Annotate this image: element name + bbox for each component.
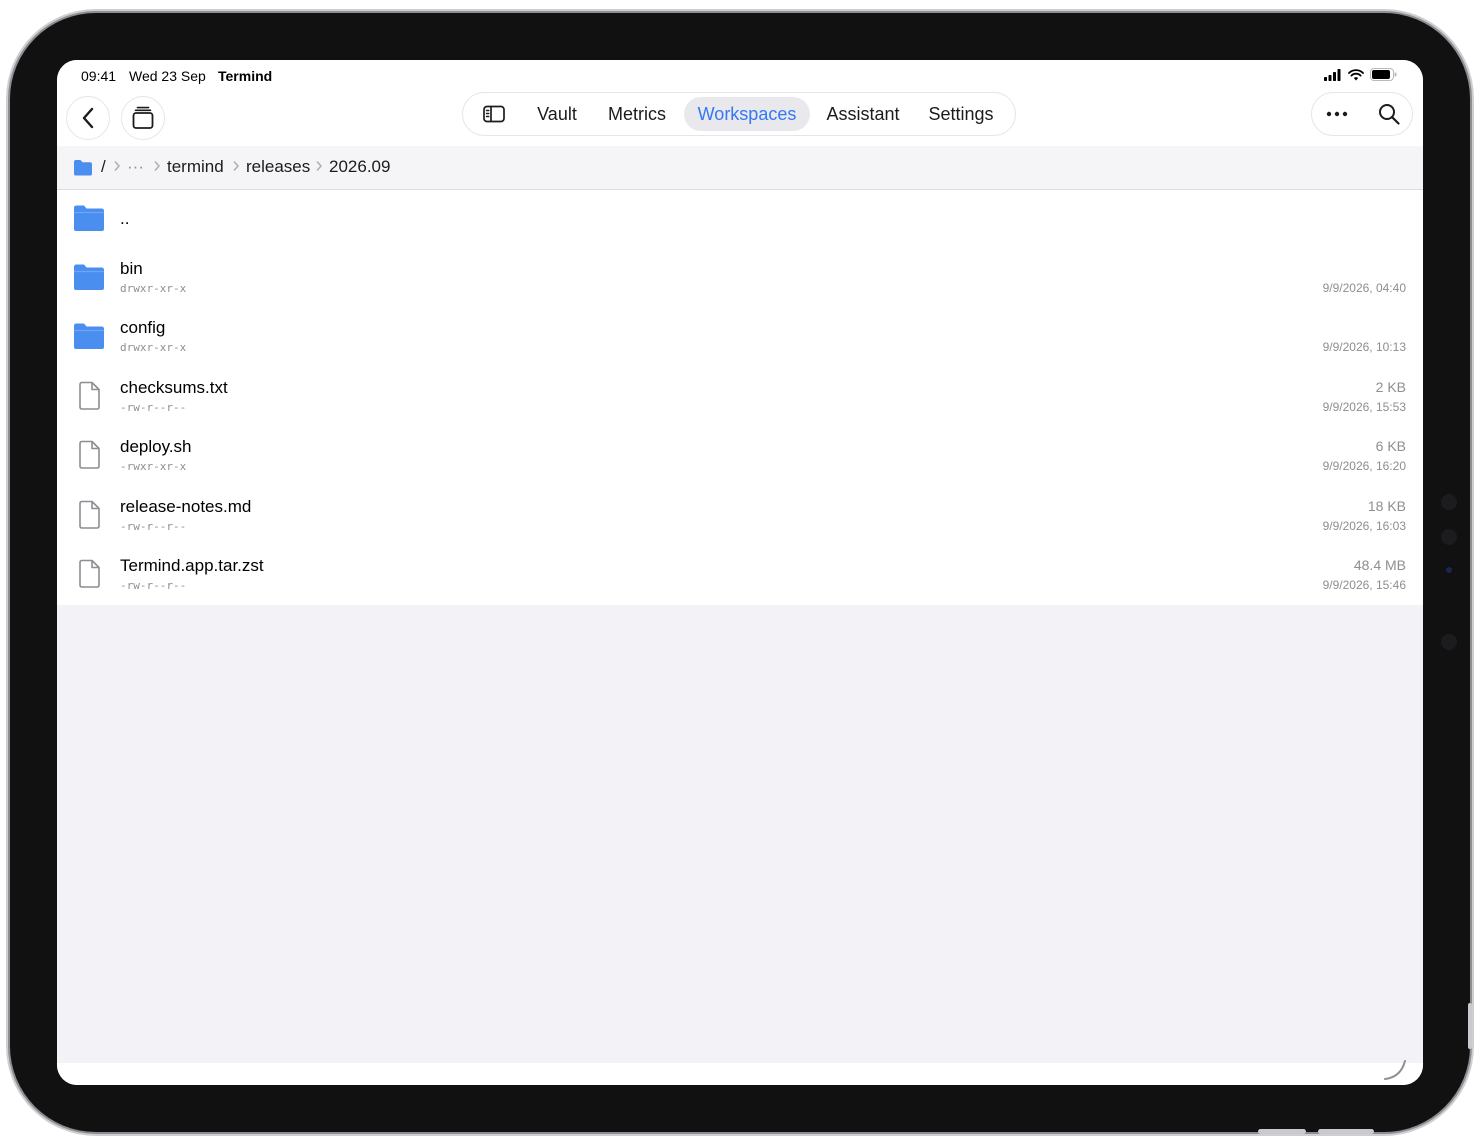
sidebar-toggle-icon xyxy=(483,105,505,123)
bottom-bar xyxy=(57,1060,1423,1085)
file-name: bin xyxy=(120,259,143,278)
search-button[interactable] xyxy=(1368,97,1410,131)
file-modified: 9/9/2026, 15:46 xyxy=(1322,578,1406,592)
file-size: 6 KB xyxy=(1375,438,1406,454)
list-item[interactable]: release-notes.md -rw-r--r-- 18 KB 9/9/20… xyxy=(57,487,1423,546)
folder-icon xyxy=(74,323,104,349)
file-modified: 9/9/2026, 10:13 xyxy=(1322,340,1406,354)
list-item[interactable]: bin drwxr-xr-x 9/9/2026, 04:40 xyxy=(57,249,1423,308)
resize-handle-icon[interactable] xyxy=(1383,1057,1407,1081)
windows-button[interactable] xyxy=(121,96,165,140)
file-name: release-notes.md xyxy=(120,497,252,516)
file-size: 2 KB xyxy=(1375,379,1406,395)
more-button[interactable] xyxy=(1316,97,1358,131)
file-permissions: drwxr-xr-x xyxy=(120,282,187,295)
list-item[interactable]: deploy.sh -rwxr-xr-x 6 KB 9/9/2026, 16:2… xyxy=(57,427,1423,486)
tab-workspaces[interactable]: Workspaces xyxy=(684,97,810,131)
battery-icon xyxy=(1370,68,1397,81)
hardware-side-button xyxy=(1468,1003,1472,1049)
back-button[interactable] xyxy=(66,96,110,140)
breadcrumb-root[interactable]: / xyxy=(101,157,106,177)
document-icon xyxy=(79,559,100,588)
tab-settings[interactable]: Settings xyxy=(918,97,1004,131)
file-name: config xyxy=(120,318,166,337)
list-item[interactable]: .. xyxy=(57,190,1423,249)
breadcrumb-overflow[interactable]: ··· xyxy=(127,157,144,177)
document-icon xyxy=(79,440,100,469)
folder-icon[interactable] xyxy=(73,159,93,176)
file-modified: 9/9/2026, 16:20 xyxy=(1322,459,1406,473)
chevron-right-icon xyxy=(233,161,240,171)
breadcrumb: / ··· termind releases 2026.09 xyxy=(57,146,1423,190)
file-size: 48.4 MB xyxy=(1353,557,1406,573)
file-name: checksums.txt xyxy=(120,378,228,397)
cellular-signal-icon xyxy=(1324,68,1341,81)
chevron-left-icon xyxy=(82,107,94,129)
file-name: .. xyxy=(120,209,130,228)
file-name: Termind.app.tar.zst xyxy=(120,556,264,575)
status-bar: 09:41 Wed 23 Sep Termind xyxy=(57,60,1423,90)
hardware-top-button xyxy=(1258,1129,1306,1134)
breadcrumb-item[interactable]: releases xyxy=(246,157,310,177)
breadcrumb-current: 2026.09 xyxy=(329,157,391,176)
file-size: 18 KB xyxy=(1367,498,1406,514)
chevron-right-icon xyxy=(316,161,323,171)
file-modified: 9/9/2026, 16:03 xyxy=(1322,519,1406,533)
list-item[interactable]: checksums.txt -rw-r--r-- 2 KB 9/9/2026, … xyxy=(57,368,1423,427)
app-screen: 09:41 Wed 23 Sep Termind Vault Metrics W… xyxy=(57,60,1423,1085)
hardware-top-button-2 xyxy=(1318,1129,1374,1134)
wifi-icon xyxy=(1348,68,1364,80)
ellipsis-icon xyxy=(1326,111,1348,117)
status-app-name: Termind xyxy=(218,68,273,84)
list-item[interactable]: config drwxr-xr-x 9/9/2026, 10:13 xyxy=(57,308,1423,367)
file-modified: 9/9/2026, 04:40 xyxy=(1322,281,1406,295)
sensor-dot-icon xyxy=(1446,567,1452,573)
stacked-windows-icon xyxy=(132,106,154,129)
file-name: deploy.sh xyxy=(120,437,192,456)
tab-assistant[interactable]: Assistant xyxy=(817,97,909,131)
file-modified: 9/9/2026, 15:53 xyxy=(1322,400,1406,414)
sensor-icon xyxy=(1441,529,1457,545)
file-permissions: -rwxr-xr-x xyxy=(120,460,187,473)
folder-icon xyxy=(74,264,104,290)
tab-metrics[interactable]: Metrics xyxy=(597,97,677,131)
file-permissions: drwxr-xr-x xyxy=(120,341,187,354)
breadcrumb-item[interactable]: termind xyxy=(167,157,224,177)
file-permissions: -rw-r--r-- xyxy=(120,520,187,533)
status-time: 09:41 xyxy=(81,68,117,84)
tab-bar: Vault Metrics Workspaces Assistant Setti… xyxy=(462,92,1016,136)
file-permissions: -rw-r--r-- xyxy=(120,579,187,592)
document-icon xyxy=(79,381,100,410)
tab-vault[interactable]: Vault xyxy=(525,97,589,131)
document-icon xyxy=(79,500,100,529)
status-icons xyxy=(1324,68,1397,81)
folder-icon xyxy=(74,205,104,231)
toolbar: Vault Metrics Workspaces Assistant Setti… xyxy=(57,90,1423,146)
file-permissions: -rw-r--r-- xyxy=(120,401,187,414)
list-item[interactable]: Termind.app.tar.zst -rw-r--r-- 48.4 MB 9… xyxy=(57,546,1423,605)
search-icon xyxy=(1379,104,1400,125)
file-list: .. bin drwxr-xr-x 9/9/2026, 04:40 config… xyxy=(57,190,1423,605)
sidebar-toggle-button[interactable] xyxy=(471,97,517,131)
status-date: Wed 23 Sep xyxy=(129,68,206,84)
sensor-icon-2 xyxy=(1441,634,1457,650)
front-camera-icon xyxy=(1441,494,1457,510)
toolbar-actions xyxy=(1311,92,1413,136)
chevron-right-icon xyxy=(154,161,161,171)
chevron-right-icon xyxy=(114,161,121,171)
